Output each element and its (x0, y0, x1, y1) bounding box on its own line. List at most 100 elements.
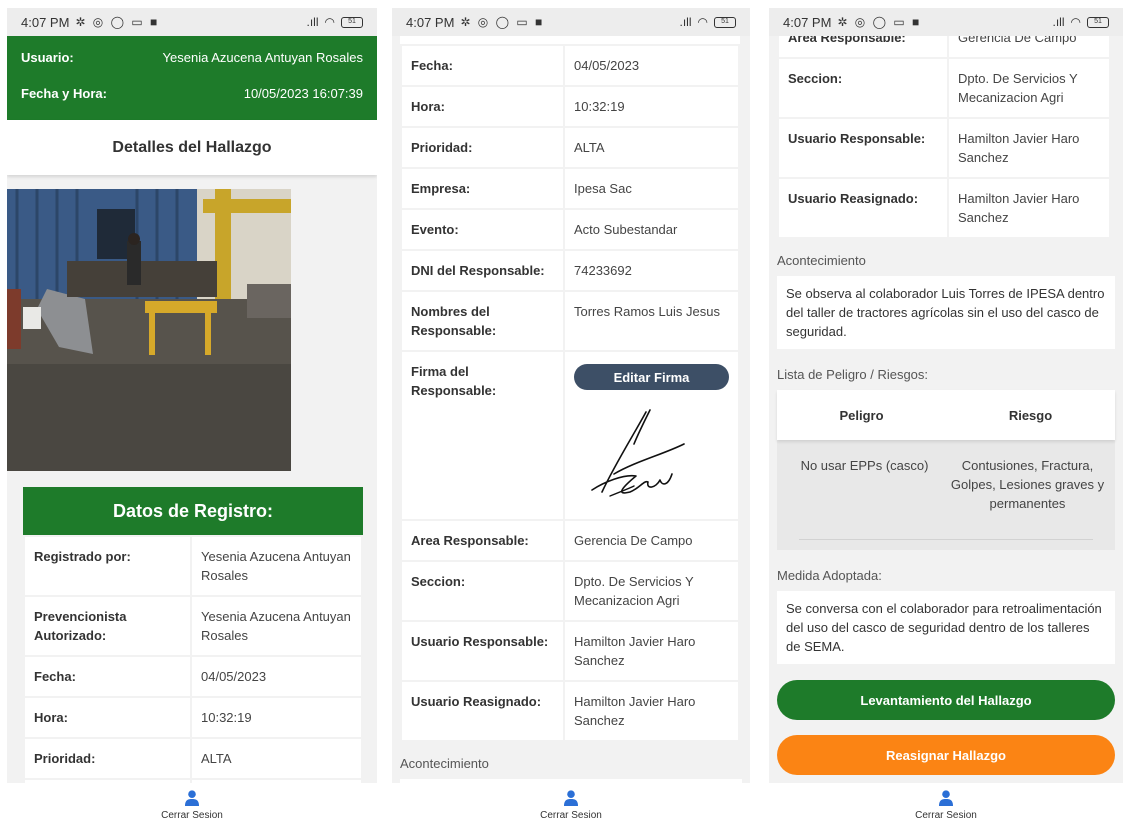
table-row: Seccion: Dpto. De Servicios Y Mecanizacio… (777, 57, 1111, 119)
row-label: Area Responsable: (400, 519, 565, 562)
row-value: 10:32:19 (190, 696, 363, 739)
row-label: Prioridad: (400, 126, 565, 169)
partial-row-value: Gerencia De Campo (947, 36, 1111, 59)
status-time: 4:07 PM (21, 14, 70, 30)
row-label: Hora: (400, 85, 565, 128)
user-icon[interactable] (564, 789, 578, 806)
row-label: Hora: (23, 696, 192, 739)
user-icon[interactable] (939, 789, 953, 806)
row-label: Seccion: (400, 560, 565, 622)
partial-row-label: Area Responsable: (777, 36, 949, 59)
cerrar-sesion-label[interactable]: Cerrar Sesion (915, 810, 977, 821)
screen-content[interactable]: Fecha: 04/05/2023 Hora: 10:32:19 Prioridad: A… (392, 36, 750, 783)
table-row: Usuario Responsable: Hamilton Javier Haro… (400, 620, 740, 682)
row-label: Nombres del Responsable: (400, 290, 565, 352)
table-row: Area Responsable: Gerencia De Campo (400, 519, 740, 562)
reasignar-button[interactable]: Reasignar Hallazgo (777, 735, 1115, 775)
notification-icons: ✲ ◎ ◯ ▭ ■ (837, 15, 922, 29)
fecha-hora-label: Fecha y Hora: (21, 86, 107, 101)
screen-content[interactable]: Area Responsable: Gerencia De Campo Secc… (769, 36, 1123, 783)
firma-label: Firma del Responsable: (400, 350, 565, 521)
usuario-value: Yesenia Azucena Antuyan Rosales (162, 50, 363, 65)
status-bar: 4:07 PM ✲ ◎ ◯ ▭ ■ .ıll ◠ 51 (392, 8, 750, 36)
acontecimiento-label: Acontecimiento (400, 756, 489, 771)
riesgos-table-header: Peligro Riesgo (777, 390, 1115, 440)
row-label: Prevencionista Autorizado: (23, 595, 192, 657)
table-row: Empresa:Ipesa Sac (400, 167, 740, 210)
medida-label: Medida Adoptada: (777, 568, 882, 583)
table-row: DNI del Responsable: 74233692 (400, 249, 740, 292)
table-row: Prioridad: ALTA (400, 126, 740, 169)
signature-image (591, 409, 685, 497)
hallazgo-table: Fecha: 04/05/2023 Hora: 10:32:19 Prioridad: A… (400, 44, 740, 742)
hallazgo-table: Area Responsable: Gerencia De Campo Secc… (777, 36, 1111, 239)
datos-registro-header: Datos de Registro: (23, 487, 363, 535)
row-value: Torres Ramos Luis Jesus (563, 290, 740, 352)
riesgos-label: Lista de Peligro / Riesgos: (777, 367, 929, 382)
editar-firma-button[interactable]: Editar Firma (574, 364, 729, 390)
row-value: ALTA (563, 126, 740, 169)
row-label: Prioridad: (23, 737, 192, 780)
bottom-nav[interactable]: Cerrar Sesion (392, 783, 750, 827)
cerrar-sesion-label[interactable]: Cerrar Sesion (540, 810, 602, 821)
clipped-row-top (400, 36, 740, 44)
table-row: Firma del Responsable: Editar Firma (400, 350, 740, 521)
status-time: 4:07 PM (783, 14, 832, 30)
user-icon[interactable] (185, 789, 199, 806)
wifi-icon: ◠ (1070, 15, 1081, 29)
wifi-icon: ◠ (697, 15, 708, 29)
usuario-label: Usuario: (21, 50, 74, 65)
screen-2: 4:07 PM ✲ ◎ ◯ ▭ ■ .ıll ◠ 51 Fecha: 04/05/… (392, 8, 750, 827)
signal-icon: .ıll (306, 15, 319, 29)
fecha-hora-value: 10/05/2023 16:07:39 (243, 86, 363, 101)
table-row: Usuario Responsable: Hamilton Javier Haro… (777, 117, 1111, 179)
status-bar: 4:07 PM ✲ ◎ ◯ ▭ ■ .ıll ◠ 51 (769, 8, 1123, 36)
status-time: 4:07 PM (406, 14, 455, 30)
signal-icon: .ıll (1052, 15, 1065, 29)
row-label: DNI del Responsable: (400, 249, 565, 292)
acontecimiento-label: Acontecimiento (777, 253, 866, 268)
bottom-nav[interactable]: Cerrar Sesion (7, 783, 377, 827)
riesgo-value: Contusiones, Fractura, Golpes, Lesiones … (950, 458, 1105, 511)
bottom-nav[interactable]: Cerrar Sesion (769, 783, 1123, 827)
row-value: 04/05/2023 (563, 44, 740, 87)
table-row: Area Responsable: Gerencia De Campo (777, 36, 1111, 59)
row-value: Dpto. De Servicios Y Mecanizacion Agri (563, 560, 740, 622)
firma-cell: Editar Firma (563, 350, 740, 521)
status-bar: 4:07 PM ✲ ◎ ◯ ▭ ■ .ıll ◠ 51 (7, 8, 377, 36)
row-label: Empresa: (400, 167, 565, 210)
screen-3: 4:07 PM ✲ ◎ ◯ ▭ ■ .ıll ◠ 51 Area Respons… (769, 8, 1123, 827)
battery-icon: 51 (1087, 16, 1109, 28)
cerrar-sesion-label[interactable]: Cerrar Sesion (161, 810, 223, 821)
page-title: Detalles del Hallazgo (7, 120, 377, 175)
col-riesgo: Riesgo (1008, 407, 1053, 423)
row-label: Usuario Responsable: (400, 620, 565, 682)
row-label: Usuario Responsable: (777, 117, 949, 179)
row-value: Ipesa Sac (563, 167, 740, 210)
col-peligro: Peligro (839, 407, 884, 423)
row-value: Hamilton Javier Haro Sanchez (947, 177, 1111, 239)
row-value: Hamilton Javier Haro Sanchez (563, 620, 740, 682)
levantamiento-button[interactable]: Levantamiento del Hallazgo (777, 680, 1115, 720)
table-row: Fecha: 04/05/2023 (400, 44, 740, 87)
row-label: Fecha: (23, 655, 192, 698)
row-value: Dpto. De Servicios Y Mecanizacion Agri (947, 57, 1111, 119)
row-label: Usuario Reasignado: (777, 177, 949, 239)
peligro-value: No usar EPPs (casco) (800, 458, 929, 473)
table-row: Fecha: 04/05/2023 (23, 655, 363, 698)
table-row: Hora: 10:32:19 (23, 696, 363, 739)
medida-text: Se conversa con el colaborador para retr… (777, 591, 1115, 664)
signal-icon: .ıll (679, 15, 692, 29)
row-value: 74233692 (563, 249, 740, 292)
notification-icons: ✲ ◎ ◯ ▭ ■ (75, 15, 160, 29)
row-value: Hamilton Javier Haro Sanchez (563, 680, 740, 742)
screen-content[interactable]: Usuario: Yesenia Azucena Antuyan Rosales… (7, 36, 377, 783)
workshop-photo-illustration (7, 189, 291, 471)
table-row: Prevencionista Autorizado: Yesenia Azucen… (23, 595, 363, 657)
battery-icon: 51 (714, 16, 736, 28)
row-label: Registrado por: (23, 535, 192, 597)
hallazgo-photo[interactable] (7, 189, 291, 471)
registro-table: Registrado por: Yesenia Azucena Antuyan R… (23, 535, 363, 783)
table-row: Prioridad: ALTA (23, 737, 363, 780)
table-row: Evento: Acto Subestandar (400, 208, 740, 251)
